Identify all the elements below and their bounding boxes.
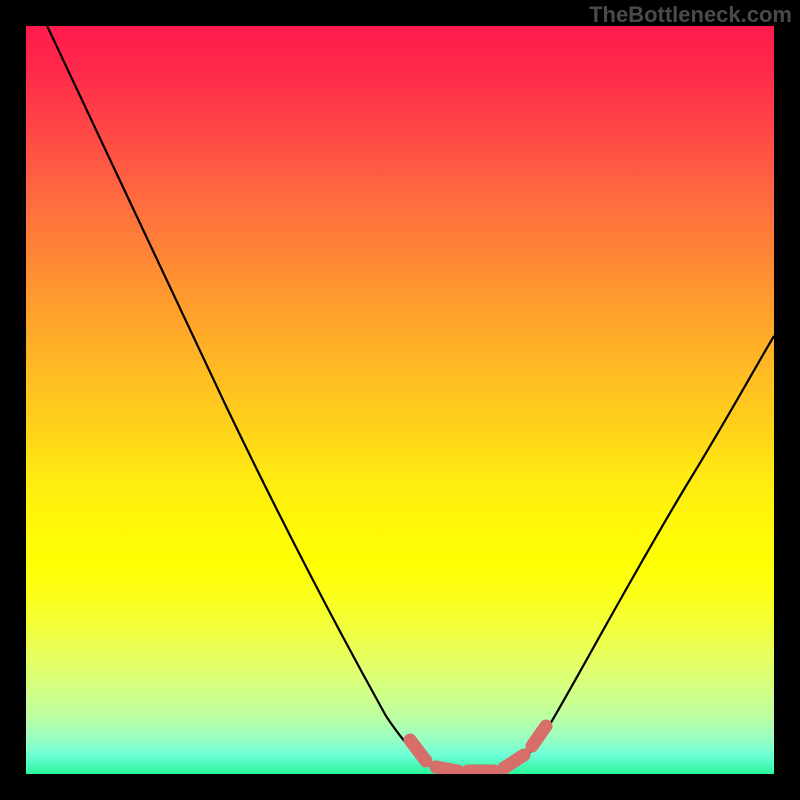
chart-svg: [26, 26, 774, 774]
optimal-markers-group: [410, 726, 546, 771]
optimal-marker: [436, 767, 458, 771]
bottleneck-curve-line: [26, 26, 774, 772]
watermark-text: TheBottleneck.com: [589, 2, 792, 28]
optimal-marker: [410, 740, 426, 761]
plot-area: [26, 26, 774, 774]
optimal-marker: [532, 726, 546, 746]
optimal-marker: [504, 755, 524, 768]
